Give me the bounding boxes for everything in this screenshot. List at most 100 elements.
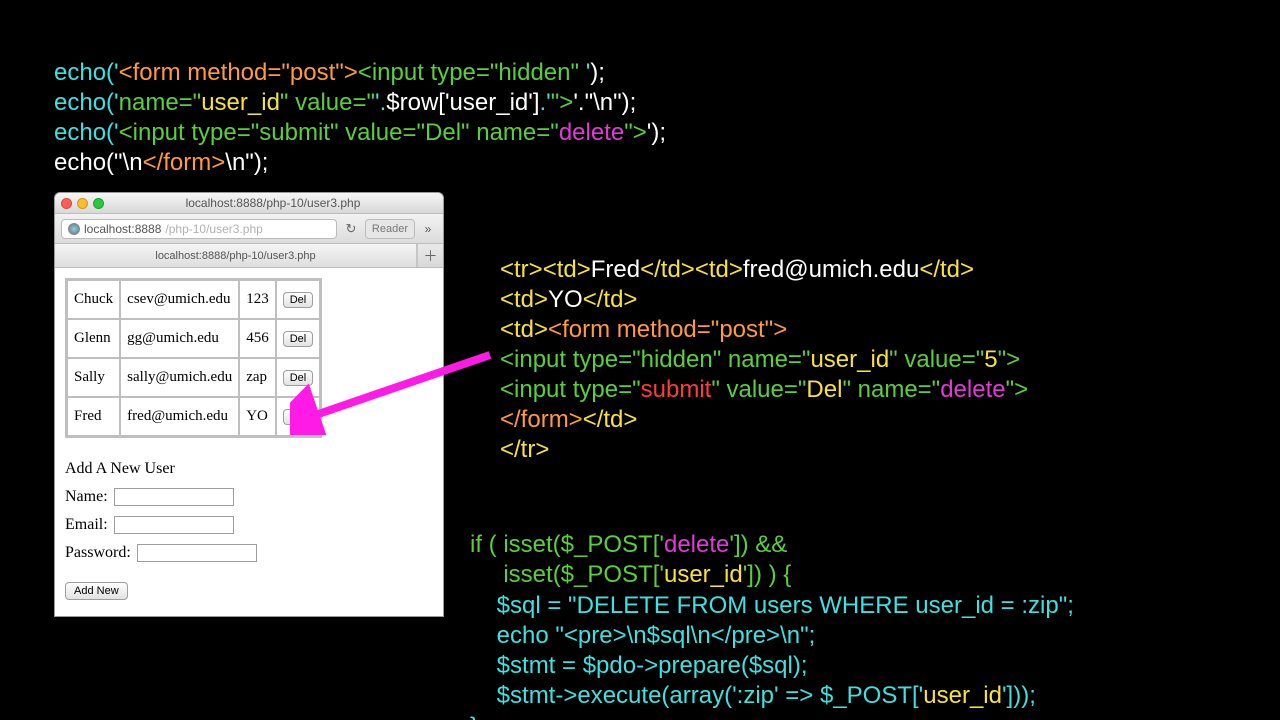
code: </tr> [500,436,549,463]
code: "> [1006,376,1029,403]
url-field[interactable]: localhost:8888/php-10/user3.php [61,219,337,239]
code: user_id [664,561,743,588]
code: " value=" [711,376,806,403]
code: echo(' [54,89,119,116]
code: 5 [984,346,997,373]
reader-button[interactable]: Reader [365,219,415,239]
code: delete [559,119,624,146]
browser-window: localhost:8888/php-10/user3.php localhos… [54,192,444,617]
code: "> [624,119,647,146]
generated-html-code: <tr><td>Fred</td><td>fred@umich.edu</td>… [500,225,1028,465]
code: </td><td> [640,256,743,283]
email-label: Email: [65,516,108,534]
add-user-form: Add A New User Name: Email: Password: Ad… [65,460,433,600]
code: $sql = "DELETE FROM users WHERE user_id … [470,592,1074,619]
code: YO [548,286,583,313]
cell-email: sally@umich.edu [120,358,239,397]
browser-toolbar: localhost:8888/php-10/user3.php ↻ Reader… [55,214,443,244]
cell-email: gg@umich.edu [120,319,239,358]
table-row: Chuck csev@umich.edu 123 Del [67,280,320,319]
code: </td> [919,256,974,283]
delete-button[interactable]: Del [283,370,314,386]
reload-button[interactable]: ↻ [341,219,361,239]
email-input[interactable] [114,516,234,534]
code: if ( isset($_POST[' [470,531,664,558]
code: ']) && [729,531,787,558]
code: echo "<pre>\n$sql\n</pre>\n"; [470,622,815,649]
add-new-button[interactable]: Add New [65,582,128,600]
code: } [470,713,478,720]
code: '."\n"); [573,89,636,116]
code: </td> [583,406,638,433]
page-content: Chuck csev@umich.edu 123 Del Glenn gg@um… [55,268,443,616]
code: $row['user_id'] [386,89,539,116]
delete-button[interactable]: Del [283,331,314,347]
code: "> [998,346,1021,373]
cell-email: fred@umich.edu [120,397,239,436]
table-row: Sally sally@umich.edu zap Del [67,358,320,397]
password-label: Password: [65,544,131,562]
code: " value=" [889,346,984,373]
table-row: Glenn gg@umich.edu 456 Del [67,319,320,358]
cell-password: zap [239,358,276,397]
name-label: Name: [65,488,108,506]
code: <form method="post"> [548,316,787,343]
code: '])); [1002,682,1036,709]
users-table: Chuck csev@umich.edu 123 Del Glenn gg@um… [65,278,322,438]
table-row: Fred fred@umich.edu YO Del [67,397,320,436]
code: Del [806,376,842,403]
code: " value=" [280,89,375,116]
code: .' [540,89,551,116]
close-window-button[interactable] [61,198,72,209]
browser-tab[interactable]: localhost:8888/php-10/user3.php [55,244,417,267]
code: echo("\n [54,149,143,176]
delete-button[interactable]: Del [283,292,314,308]
globe-icon [68,223,80,235]
overflow-button[interactable]: » [419,222,437,236]
new-tab-button[interactable]: ＋ [417,244,443,267]
window-title: localhost:8888/php-10/user3.php [109,196,437,210]
code: <input type="submit" value="Del" name=" [119,119,559,146]
code: echo(' [54,59,119,86]
code: <td> [500,316,548,343]
url-host: localhost:8888 [84,222,161,236]
tab-bar: localhost:8888/php-10/user3.php ＋ [55,244,443,268]
code: user_id [923,682,1002,709]
code: Fred [591,256,640,283]
code: \n"); [225,149,268,176]
code: fred@umich.edu [743,256,919,283]
code: '. [375,89,386,116]
code: </form> [143,149,226,176]
code: ); [590,59,605,86]
cell-name: Chuck [67,280,120,319]
zoom-window-button[interactable] [93,198,104,209]
code: '); [647,119,666,146]
code: name=" [119,89,202,116]
code: <input type="hidden" [358,59,586,86]
code: <tr><td> [500,256,591,283]
code: delete [940,376,1005,403]
code: delete [664,531,729,558]
code: <input type=" [500,376,641,403]
minimize-window-button[interactable] [77,198,88,209]
code: </td> [583,286,638,313]
code: "> [551,89,574,116]
form-heading: Add A New User [65,460,433,478]
cell-password: YO [239,397,276,436]
cell-name: Sally [67,358,120,397]
code: <form method="post"> [119,59,358,86]
code: $stmt->execute(array(':zip' => $_POST[' [470,682,923,709]
window-titlebar: localhost:8888/php-10/user3.php [55,193,443,214]
code: <td> [500,286,548,313]
code: " name=" [842,376,940,403]
cell-email: csev@umich.edu [120,280,239,319]
code: submit [641,376,712,403]
name-input[interactable] [114,488,234,506]
code: ']) ) { [743,561,792,588]
php-delete-code: if ( isset($_POST['delete']) && isset($_… [470,500,1074,720]
password-input[interactable] [137,544,257,562]
url-path: /php-10/user3.php [165,222,262,236]
code: <input type="hidden" name=" [500,346,810,373]
cell-name: Fred [67,397,120,436]
delete-button[interactable]: Del [283,409,314,425]
